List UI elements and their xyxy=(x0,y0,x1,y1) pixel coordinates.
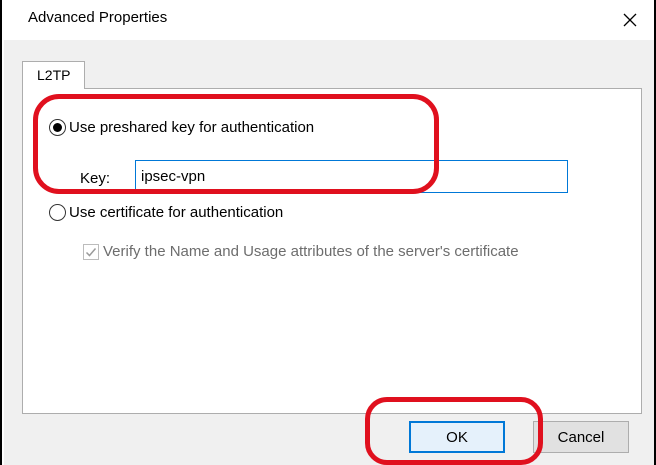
certificate-label: Use certificate for authentication xyxy=(69,204,284,221)
preshared-key-option[interactable]: Use preshared key for authentication xyxy=(49,119,314,136)
window-title: Advanced Properties xyxy=(28,9,168,26)
certificate-radio[interactable] xyxy=(49,204,66,221)
l2tp-tab-panel: Use preshared key for authentication Key… xyxy=(22,88,642,414)
title-bar: Advanced Properties xyxy=(4,0,654,40)
verify-certificate-label: Verify the Name and Usage attributes of … xyxy=(103,243,519,260)
preshared-key-input[interactable] xyxy=(135,160,568,193)
close-button[interactable] xyxy=(616,6,644,34)
verify-certificate-checkbox[interactable] xyxy=(83,243,99,260)
preshared-key-label: Use preshared key for authentication xyxy=(69,119,315,136)
verify-certificate-option[interactable]: Verify the Name and Usage attributes of … xyxy=(83,243,519,260)
dialog-client-area: L2TP Use preshared key for authenticatio… xyxy=(4,40,654,465)
key-label: Key: xyxy=(80,170,111,187)
ok-button[interactable]: OK xyxy=(409,421,505,453)
cancel-button[interactable]: Cancel xyxy=(533,421,629,453)
preshared-key-radio[interactable] xyxy=(49,119,66,136)
checkmark-icon xyxy=(85,247,97,257)
close-icon xyxy=(623,13,637,27)
advanced-properties-dialog: Advanced Properties L2TP Use preshared k… xyxy=(0,0,656,465)
certificate-option[interactable]: Use certificate for authentication xyxy=(49,204,283,221)
tab-l2tp[interactable]: L2TP xyxy=(22,61,86,89)
